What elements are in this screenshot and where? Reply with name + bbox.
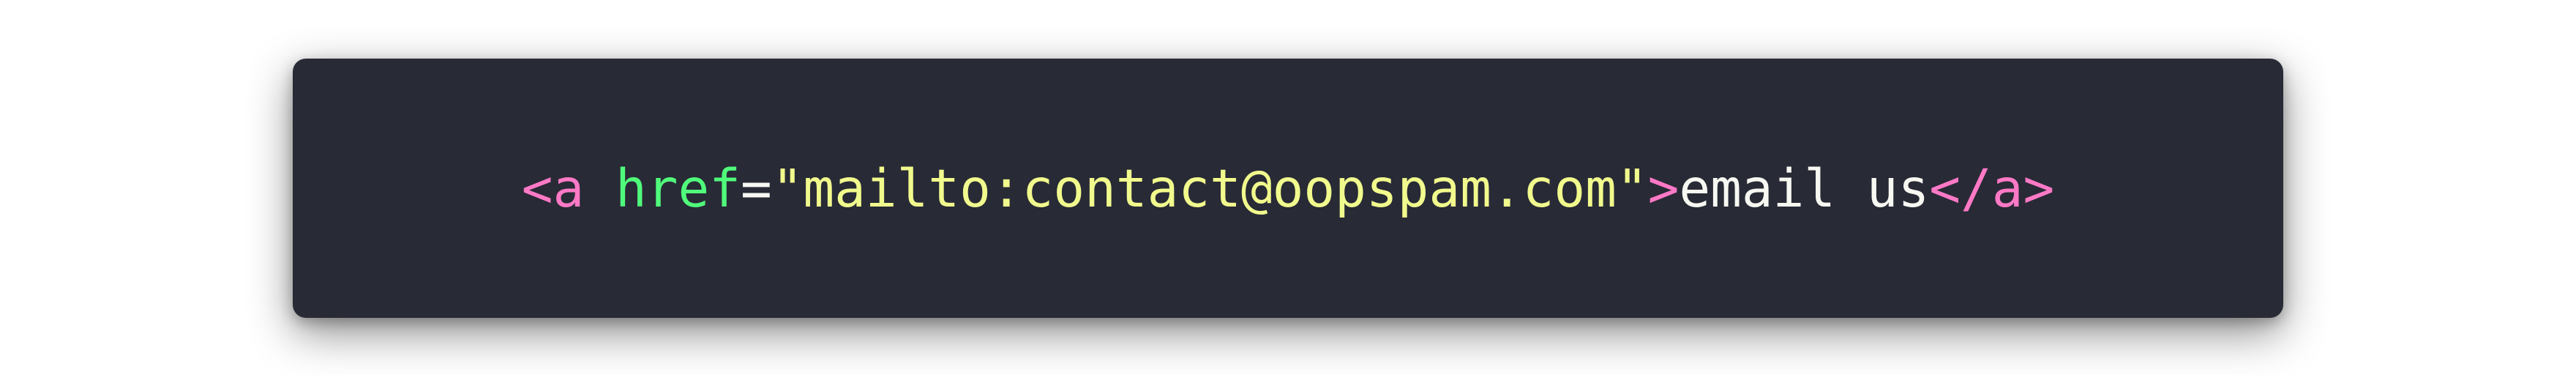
stage: <a href="mailto:contact@oopspam.com">ema… bbox=[0, 0, 2576, 375]
attribute-value: "mailto:contact@oopspam.com" bbox=[771, 157, 1648, 219]
tag-name: a bbox=[553, 157, 585, 219]
tag-open-bracket: < bbox=[521, 157, 553, 219]
attribute-name: href bbox=[615, 157, 741, 219]
attribute-equals: = bbox=[740, 157, 772, 219]
code-snippet-block: <a href="mailto:contact@oopspam.com">ema… bbox=[293, 59, 2283, 318]
closing-tag: </a> bbox=[1929, 157, 2055, 219]
code-line: <a href="mailto:contact@oopspam.com">ema… bbox=[522, 163, 2055, 215]
tag-close-bracket: > bbox=[1647, 157, 1680, 219]
link-inner-text: email us bbox=[1679, 157, 1930, 219]
